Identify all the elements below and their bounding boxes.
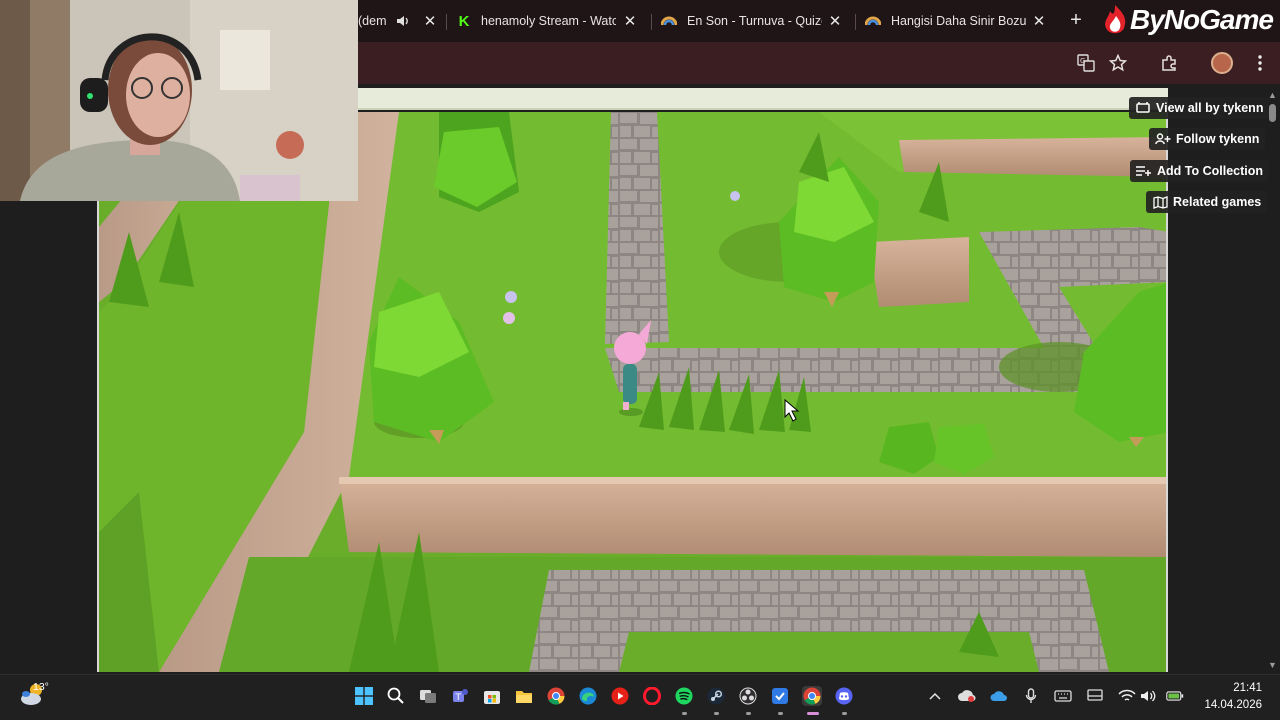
tab-title: Hangisi Daha Sinir Bozuc	[891, 14, 1026, 28]
volume-icon[interactable]	[1140, 687, 1158, 705]
scroll-down-icon[interactable]: ▼	[1268, 660, 1277, 670]
related-games-button[interactable]: Related games	[1146, 191, 1268, 213]
keyboard-icon[interactable]	[1054, 687, 1072, 705]
chrome-active-icon[interactable]	[802, 686, 822, 706]
translate-icon[interactable]: G	[1076, 53, 1096, 73]
speaker-icon[interactable]	[396, 15, 412, 27]
spotify-icon[interactable]	[674, 686, 694, 706]
tab-hangisi[interactable]: Hangisi Daha Sinir Bozuc ✕	[865, 6, 1047, 36]
new-tab-button[interactable]: +	[1066, 9, 1086, 32]
vpn-icon[interactable]	[770, 686, 790, 706]
chrome-icon[interactable]	[546, 686, 566, 706]
obs-icon[interactable]	[738, 686, 758, 706]
svg-text:T: T	[455, 693, 462, 703]
close-tab-icon[interactable]: ✕	[827, 12, 843, 30]
scrollbar-thumb[interactable]	[1269, 104, 1276, 122]
running-indicator	[714, 712, 719, 715]
add-collection-label: Add To Collection	[1157, 164, 1264, 178]
vpn-tray-icon[interactable]	[958, 687, 976, 705]
running-indicator	[746, 712, 751, 715]
quiz-favicon-icon	[661, 13, 677, 29]
bynogame-logo: ByNoGame	[1100, 2, 1274, 38]
follow-label: Follow tykenn	[1176, 132, 1260, 146]
running-indicator	[682, 712, 687, 715]
add-user-icon	[1155, 132, 1171, 146]
tab-kick-stream[interactable]: K henamoly Stream - Watc ✕	[456, 6, 638, 36]
map-icon	[1152, 195, 1168, 209]
svg-text:G: G	[1080, 57, 1085, 65]
close-tab-icon[interactable]: ✕	[422, 12, 438, 30]
star-icon[interactable]	[1108, 53, 1128, 73]
view-all-button[interactable]: View all by tykenn	[1129, 97, 1270, 119]
kick-favicon-icon: K	[458, 12, 470, 30]
screen: View all by tykenn Follow tykenn Add To …	[0, 0, 1280, 720]
steam-icon[interactable]	[706, 686, 726, 706]
tab-separator	[651, 14, 652, 30]
onedrive-icon[interactable]	[990, 687, 1008, 705]
active-indicator	[807, 712, 819, 715]
clock-date: 14.04.2026	[1204, 699, 1262, 711]
battery-icon[interactable]	[1166, 687, 1184, 705]
quiz-favicon-icon	[865, 13, 881, 29]
brand-wordmark: ByNoGame	[1130, 4, 1274, 35]
add-to-collection-button[interactable]: Add To Collection	[1130, 160, 1270, 182]
task-view-icon[interactable]	[418, 686, 438, 706]
microphone-icon[interactable]	[1022, 687, 1040, 705]
tab-demo[interactable]: (dem ✕	[358, 6, 438, 36]
tree	[434, 112, 519, 212]
flame-icon	[1105, 5, 1126, 34]
related-games-label: Related games	[1173, 195, 1262, 209]
search-icon[interactable]	[386, 686, 406, 706]
menu-icon[interactable]	[1250, 53, 1270, 73]
discord-icon[interactable]	[834, 686, 854, 706]
running-indicator	[842, 712, 847, 715]
close-tab-icon[interactable]: ✕	[1031, 12, 1047, 30]
wifi-icon[interactable]	[1118, 687, 1136, 705]
tab-quiz-tournament[interactable]: En Son - Turnuva - Quize ✕	[661, 6, 843, 36]
youtube-icon[interactable]	[610, 686, 630, 706]
edge-icon[interactable]	[578, 686, 598, 706]
extensions-icon[interactable]	[1159, 53, 1179, 73]
page-header-strip	[358, 88, 1168, 110]
tab-title: (dem	[358, 14, 387, 28]
tab-title: En Son - Turnuva - Quize	[687, 14, 822, 28]
close-tab-icon[interactable]: ✕	[622, 12, 638, 30]
start-icon[interactable]	[354, 686, 374, 706]
tab-title: henamoly Stream - Watc	[481, 14, 616, 28]
display-icon[interactable]	[1086, 687, 1104, 705]
file-explorer-icon[interactable]	[514, 686, 534, 706]
page-scrollbar[interactable]: ▲ ▼	[1266, 88, 1280, 674]
system-clock[interactable]: 21:41 14.04.2026	[1196, 680, 1262, 714]
tab-separator	[446, 14, 447, 30]
streamer-camera-feed	[0, 0, 358, 201]
profile-avatar[interactable]	[1211, 52, 1233, 74]
weather-temperature: 13°	[33, 681, 49, 693]
chevron-up-icon[interactable]	[926, 687, 944, 705]
store-icon[interactable]	[482, 686, 502, 706]
opera-icon[interactable]	[642, 686, 662, 706]
gamepad-icon	[1135, 101, 1151, 115]
webcam-overlay	[0, 0, 358, 201]
playlist-add-icon	[1136, 164, 1152, 178]
running-indicator	[778, 712, 783, 715]
tab-separator	[855, 14, 856, 30]
view-all-label: View all by tykenn	[1156, 101, 1264, 115]
teams-icon[interactable]: T	[450, 686, 470, 706]
follow-button[interactable]: Follow tykenn	[1149, 128, 1266, 150]
clock-time: 21:41	[1233, 682, 1262, 694]
scroll-up-icon[interactable]: ▲	[1268, 90, 1277, 100]
